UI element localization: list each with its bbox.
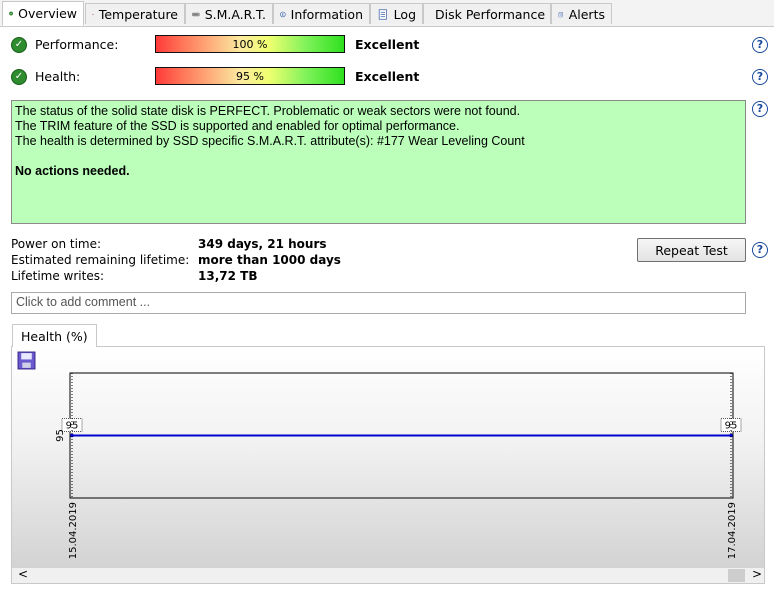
tab-label: Information [290,6,363,22]
tab-overview[interactable]: Overview [2,1,84,26]
alerts-icon [558,11,563,17]
scroll-left-icon[interactable]: < [18,567,28,581]
health-value: 95 % [236,69,264,83]
tab-health-chart[interactable]: Health (%) [12,324,97,347]
comment-field[interactable]: Click to add comment ... [11,292,746,314]
performance-bar: 100 % [155,35,345,53]
remaining-lifetime-value: more than 1000 days [198,253,341,267]
tab-information[interactable]: Information [273,3,370,24]
health-check-icon: ✓ [11,69,27,85]
lifetime-writes-label: Lifetime writes: [11,269,105,283]
status-line: The status of the solid state disk is PE… [15,104,521,118]
performance-label: Performance: [35,37,119,52]
power-on-value: 349 days, 21 hours [198,237,327,251]
tab-label: Disk Performance [435,6,546,22]
health-bar: 95 % [155,67,345,85]
disk-icon [192,12,200,16]
help-icon[interactable]: ? [752,37,768,53]
status-box: The status of the solid state disk is PE… [11,100,746,224]
tab-smart[interactable]: S.M.A.R.T. [185,3,273,24]
status-line: The TRIM feature of the SSD is supported… [15,119,460,133]
check-circle-icon [9,11,14,16]
performance-rating: Excellent [355,37,420,52]
info-icon [280,11,286,17]
help-icon[interactable]: ? [752,242,768,258]
status-action: No actions needed. [15,164,130,178]
tab-label: S.M.A.R.T. [204,6,266,22]
log-icon [378,8,387,20]
thermometer-icon [92,13,94,15]
repeat-test-button[interactable]: Repeat Test [637,238,746,262]
help-icon[interactable]: ? [752,69,768,85]
power-on-label: Power on time: [11,237,102,251]
scroll-right-icon[interactable]: > [752,567,762,581]
tab-label: Alerts [568,6,605,22]
remaining-lifetime-label: Estimated remaining lifetime: [11,253,190,267]
health-rating: Excellent [355,69,420,84]
scroll-thumb[interactable] [728,569,745,582]
horizontal-scrollbar[interactable] [12,568,764,583]
tab-label: Temperature [98,6,178,22]
save-icon[interactable] [17,351,36,370]
tab-alerts[interactable]: Alerts [551,3,612,24]
health-label: Health: [35,69,81,84]
chart-panel [11,346,765,584]
tab-disk-performance[interactable]: Disk Performance [423,3,551,24]
tab-log[interactable]: Log [370,3,423,24]
performance-check-icon: ✓ [11,37,27,53]
tab-label: Overview [18,6,77,21]
tab-temperature[interactable]: Temperature [85,3,185,24]
status-line: The health is determined by SSD specific… [15,134,525,148]
performance-value: 100 % [232,37,268,51]
tab-label: Log [393,6,416,22]
lifetime-writes-value: 13,72 TB [198,269,258,283]
help-icon[interactable]: ? [752,101,768,117]
